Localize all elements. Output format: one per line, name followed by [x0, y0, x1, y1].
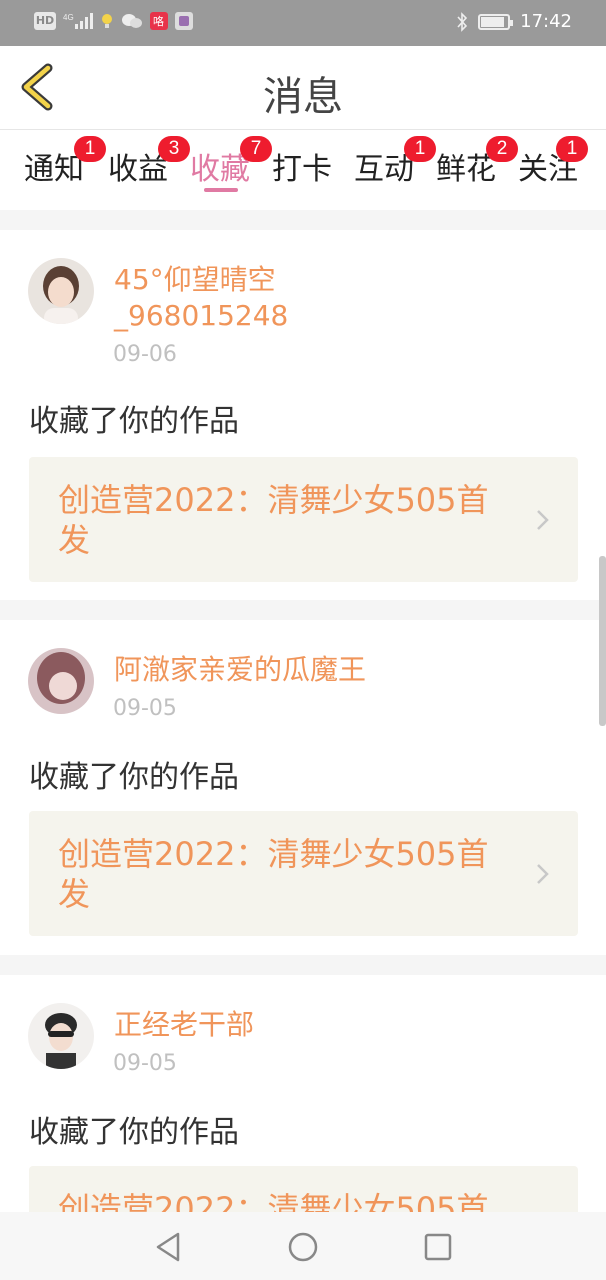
message-card: 阿澈家亲爱的瓜魔王 09-05 收藏了你的作品 创造营2022：清舞少女505首… [0, 620, 606, 955]
work-link[interactable]: 创造营2022：清舞少女505首发 [29, 457, 578, 582]
work-title: 创造营2022：清舞少女505首发 [58, 481, 489, 559]
chevron-right-icon [537, 864, 549, 884]
message-card: 45°仰望晴空_968015248 09-06 收藏了你的作品 创造营2022：… [0, 230, 606, 600]
wechat-icon [122, 14, 142, 28]
message-date: 09-06 [113, 342, 177, 367]
svg-text:咯: 咯 [153, 14, 164, 28]
tab-checkin[interactable]: 打卡 [272, 144, 332, 188]
username[interactable]: 阿澈家亲爱的瓜魔王 [114, 652, 454, 688]
signal-icon: 4G [63, 13, 93, 29]
recents-nav-icon[interactable] [421, 1230, 455, 1264]
tab-flowers[interactable]: 鲜花 2 [436, 136, 518, 188]
bluetooth-icon [457, 11, 468, 32]
message-date: 09-05 [113, 1051, 177, 1076]
chevron-right-icon [537, 510, 549, 530]
section-divider [0, 210, 606, 230]
back-nav-icon[interactable] [152, 1230, 186, 1264]
work-link[interactable]: 创造营2022：清舞少女505首发 [29, 1166, 578, 1212]
tab-badge: 1 [404, 136, 436, 162]
work-title: 创造营2022：清舞少女505首发 [58, 1190, 489, 1212]
tab-badge: 2 [486, 136, 518, 162]
tab-follow[interactable]: 关注 1 [518, 136, 588, 188]
message-action: 收藏了你的作品 [29, 1115, 239, 1150]
battery-icon [478, 13, 514, 30]
scrollbar[interactable] [599, 556, 606, 726]
tab-earnings[interactable]: 收益 3 [108, 136, 190, 188]
tab-notice[interactable]: 通知 1 [24, 136, 106, 188]
tab-favorites[interactable]: 收藏 7 [190, 136, 272, 188]
message-card: 正经老干部 09-05 收藏了你的作品 创造营2022：清舞少女505首发 [0, 975, 606, 1212]
avatar[interactable] [28, 1003, 94, 1069]
system-nav-bar [0, 1212, 606, 1280]
work-title: 创造营2022：清舞少女505首发 [58, 835, 489, 913]
tab-bar: 通知 1 收益 3 收藏 7 打卡 互动 1 鲜花 2 关注 1 [0, 130, 606, 210]
avatar[interactable] [28, 648, 94, 714]
page-title: 消息 [263, 74, 343, 120]
tab-badge: 1 [74, 136, 106, 162]
app-header: 消息 [0, 46, 606, 130]
tab-badge: 3 [158, 136, 190, 162]
app2-icon [175, 12, 193, 30]
tab-label: 通知 [24, 152, 84, 187]
svg-text:4G: 4G [63, 13, 74, 22]
app-icon: 咯 [150, 12, 168, 30]
home-nav-icon[interactable] [286, 1230, 320, 1264]
tab-badge: 7 [240, 136, 272, 162]
status-bar: HD 4G 咯 17:42 [0, 0, 606, 46]
section-divider [0, 600, 606, 620]
tab-label: 收藏 [190, 152, 250, 187]
message-date: 09-05 [113, 696, 177, 721]
work-link[interactable]: 创造营2022：清舞少女505首发 [29, 811, 578, 936]
message-action: 收藏了你的作品 [29, 404, 239, 439]
active-tab-indicator [204, 188, 238, 192]
username[interactable]: 正经老干部 [114, 1007, 314, 1043]
tab-label: 鲜花 [436, 152, 496, 187]
bulb-icon [102, 14, 112, 28]
section-divider [0, 955, 606, 975]
avatar[interactable] [28, 258, 94, 324]
tab-label: 打卡 [272, 152, 332, 187]
tab-interaction[interactable]: 互动 1 [354, 136, 436, 188]
status-time: 17:42 [520, 11, 572, 32]
message-action: 收藏了你的作品 [29, 760, 239, 795]
tab-label: 互动 [354, 152, 414, 187]
username[interactable]: 45°仰望晴空_968015248 [114, 262, 314, 334]
hd-icon: HD [34, 12, 56, 30]
tab-label: 收益 [108, 152, 168, 187]
tab-badge: 1 [556, 136, 588, 162]
